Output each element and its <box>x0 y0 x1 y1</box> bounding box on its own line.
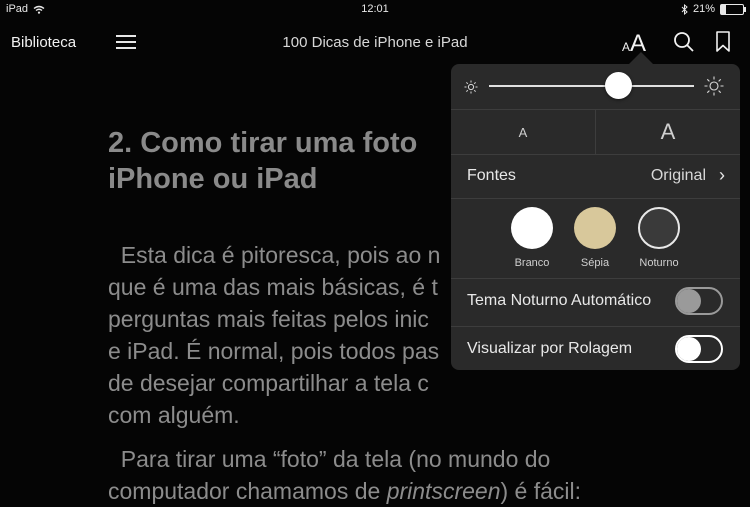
text-line: perguntas mais feitas pelos inic <box>108 306 429 332</box>
theme-label: Branco <box>514 257 550 269</box>
theme-sepia[interactable]: Sépia <box>565 207 625 269</box>
theme-label: Noturno <box>639 257 679 269</box>
font-size-row: A A <box>451 110 740 154</box>
emphasis-text: printscreen <box>386 478 501 504</box>
popover-arrow <box>629 52 653 64</box>
bookmark-icon[interactable] <box>716 31 730 53</box>
text-line: Para tirar uma “foto” da tela (no mundo … <box>108 446 551 472</box>
heading-line-1: 2. Como tirar uma foto <box>108 127 418 159</box>
text-line: ) é fácil: <box>500 478 582 504</box>
bluetooth-icon <box>681 3 688 15</box>
toggle-knob <box>677 337 701 361</box>
heading-line-2: iPhone ou iPad <box>108 163 318 195</box>
status-time: 12:01 <box>361 3 389 15</box>
brightness-high-icon <box>704 76 724 96</box>
theme-night-swatch[interactable] <box>638 207 680 249</box>
theme-label: Sépia <box>580 257 610 269</box>
theme-white[interactable]: Branco <box>502 207 562 269</box>
scroll-view-toggle[interactable] <box>675 335 723 363</box>
theme-night[interactable]: Noturno <box>629 207 689 269</box>
scroll-view-row: Visualizar por Rolagem <box>451 327 740 370</box>
text-line: com alguém. <box>108 402 240 428</box>
paragraph-2: Para tirar uma “foto” da tela (no mundo … <box>108 443 708 507</box>
fonts-row[interactable]: Fontes Original › <box>451 155 740 198</box>
fonts-value: Original <box>650 167 706 184</box>
chevron-right-icon: › <box>719 165 725 185</box>
auto-night-label: Tema Noturno Automático <box>467 292 652 309</box>
theme-white-swatch[interactable] <box>511 207 553 249</box>
battery-percent: 21% <box>692 3 715 15</box>
battery-icon <box>720 3 746 15</box>
text-line: computador chamamos de <box>108 478 387 504</box>
text-line: e iPad. É normal, pois todos pas <box>108 338 440 364</box>
brightness-low-icon <box>464 80 478 94</box>
theme-row: Branco Sépia Noturno <box>451 199 740 279</box>
theme-sepia-swatch[interactable] <box>574 207 616 249</box>
scroll-view-label: Visualizar por Rolagem <box>467 340 633 357</box>
text-line: de desejar compartilhar a tela c <box>108 370 429 396</box>
fonts-label: Fontes <box>467 167 516 184</box>
status-bar: iPad 12:01 21% <box>0 0 750 20</box>
search-icon[interactable] <box>673 31 695 53</box>
brightness-slider-track[interactable] <box>489 85 694 87</box>
text-line: Esta dica é pitoresca, pois ao n <box>108 242 441 268</box>
auto-night-row: Tema Noturno Automático <box>451 279 740 326</box>
appearance-popover: A A Fontes Original › Branco Sépia Notur… <box>451 64 740 370</box>
decrease-font-button[interactable]: A <box>451 110 595 154</box>
auto-night-toggle[interactable] <box>675 287 723 315</box>
text-line: que é uma das mais básicas, é t <box>108 274 438 300</box>
toggle-knob <box>677 289 701 313</box>
increase-font-button[interactable]: A <box>596 110 740 154</box>
brightness-slider-thumb[interactable] <box>604 72 632 99</box>
brightness-row <box>451 64 740 109</box>
